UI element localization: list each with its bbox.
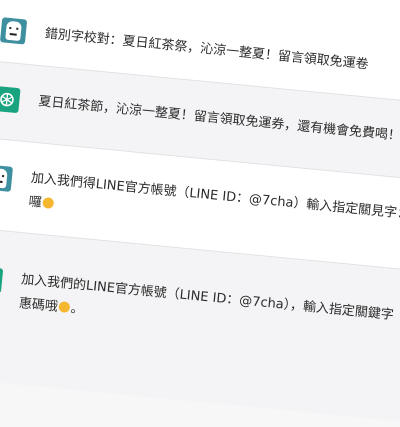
message-line-text: 惠碼哦 [18,296,59,315]
message-text: 加入我們的LINE官方帳號（LINE ID：@7cha），輸入指定關鍵字 惠碼哦… [18,268,400,354]
openai-logo-icon [0,92,14,107]
smiling-face-emoji [42,197,55,210]
message-line-text: 囉 [28,194,43,211]
user-avatar-icon [0,17,28,45]
smiling-face-emoji [58,301,71,314]
chat-thread: 錯別字校對：夏日紅茶祭，沁涼一整夏！留言領取免運卷 夏日紅茶節，沁涼一整夏！留言… [0,0,400,427]
message-trailing-text: 。 [70,301,85,318]
user-avatar-icon [0,164,14,192]
message-text: 夏日紅茶節，沁涼一整夏！留言領取免運券，還有機會免費喝！ [37,94,400,144]
assistant-logo-icon [0,85,21,114]
